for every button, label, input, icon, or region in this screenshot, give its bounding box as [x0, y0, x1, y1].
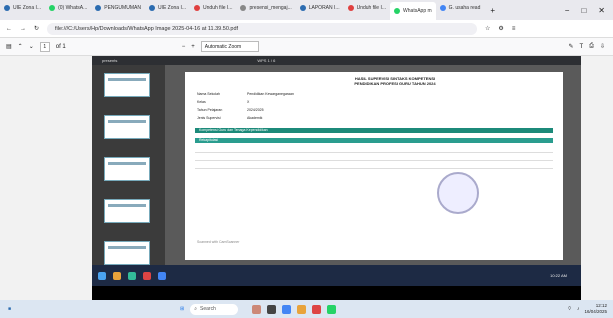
pdf-toolbar: ▤ ⌃ ⌄ 1 of 1 − + Automatic Zoom ✎ T ⎙ ⇩	[0, 38, 613, 56]
browser-tab[interactable]: (0) WhatsA...	[45, 0, 91, 16]
tab-favicon-icon	[148, 5, 155, 11]
section-band	[195, 138, 553, 143]
page-thumbnail[interactable]	[104, 241, 150, 265]
search-icon: ⌕	[194, 306, 198, 312]
taskbar-app-icon[interactable]	[252, 304, 262, 314]
embedded-toolbar: presents WPS 1 / 6	[92, 56, 581, 65]
reload-icon[interactable]: ↻	[34, 25, 39, 32]
navigation-bar: ← → ↻ file:///C:/Users/Hp/Downloads/What…	[0, 20, 613, 38]
file-explorer-icon[interactable]	[297, 304, 307, 314]
doc-row: Nama Sekolah Pendidikan Kewarganegaraan	[197, 92, 294, 96]
bookmark-icon[interactable]: ☆	[485, 25, 490, 32]
page-number-input[interactable]: 1	[39, 41, 50, 52]
browser-tab-bar: UIE Zona I... (0) WhatsA... PENGUMUMAN UIE …	[0, 0, 613, 20]
browser-tab[interactable]: presensi_mengaj...	[236, 0, 295, 16]
embedded-taskbar: 10:22 AM	[92, 265, 581, 286]
clock[interactable]: 12:12 16/04/2025	[584, 303, 607, 315]
school-seal	[437, 172, 479, 214]
tab-list: UIE Zona I... (0) WhatsA... PENGUMUMAN UIE …	[0, 0, 484, 20]
tab-favicon-icon	[240, 5, 247, 11]
app-icon	[128, 271, 136, 280]
page-thumbnail[interactable]	[104, 199, 150, 223]
windows-taskbar: ■ ⊞ ⌕ Search ⌔ ♪ 12:12 16/04/2025	[0, 300, 613, 318]
document-page: HASIL SUPERVISI SINTAKS KOMPETENSI PENDI…	[185, 72, 563, 260]
doc-subtitle: PENDIDIKAN PROFESI GURU TAHUN 2024	[354, 81, 436, 86]
close-icon[interactable]: ✕	[598, 6, 605, 15]
doc-row: Tahun Pelajaran 2024/2025	[197, 108, 264, 112]
wifi-icon[interactable]: ⌔	[567, 306, 572, 312]
zoom-in-button[interactable]: +	[191, 44, 195, 50]
page-thumbnail[interactable]	[104, 157, 150, 181]
page-total: of 1	[55, 43, 66, 50]
widgets-icon[interactable]: ■	[0, 306, 180, 312]
extensions-icon[interactable]: ⚙	[498, 25, 503, 32]
whatsapp-icon[interactable]	[327, 304, 337, 314]
zoom-out-button[interactable]: −	[182, 44, 186, 50]
browser-tab[interactable]: G. usaha read	[436, 0, 485, 16]
start-button-icon[interactable]: ⊞	[180, 306, 190, 312]
browser-tab[interactable]: Unduh file I...	[190, 0, 236, 16]
tab-favicon-icon	[439, 5, 446, 11]
save-icon[interactable]: ⇩	[600, 43, 613, 50]
new-tab-button[interactable]: +	[484, 6, 501, 15]
menu-icon[interactable]: ≡	[512, 26, 516, 32]
sidebar-toggle-icon[interactable]: ▤	[6, 43, 12, 50]
start-icon	[98, 271, 106, 280]
page-thumbnail[interactable]	[104, 115, 150, 139]
browser-tab[interactable]: Unduh file I...	[344, 0, 390, 16]
doc-row: Jenis Supervisi Akademik	[197, 116, 263, 120]
thumbnail-panel	[92, 65, 165, 265]
browser-tab[interactable]: UIE Zona I...	[145, 0, 190, 16]
browser-tab[interactable]: PENGUMUMAN	[91, 0, 145, 16]
volume-icon[interactable]: ♪	[577, 306, 580, 312]
browser-icon	[158, 271, 166, 280]
page-thumbnail[interactable]	[104, 73, 150, 97]
chrome-icon[interactable]	[282, 304, 292, 314]
browser-tab[interactable]: LAPORAN I...	[296, 0, 344, 16]
tab-favicon-icon	[194, 5, 201, 11]
minimize-icon[interactable]: −	[565, 6, 570, 15]
text-icon[interactable]: T	[579, 44, 583, 50]
forward-icon[interactable]: →	[20, 26, 26, 32]
folder-icon	[113, 271, 121, 280]
tab-favicon-icon	[95, 5, 102, 11]
highlight-icon[interactable]: ✎	[568, 43, 573, 50]
back-icon[interactable]: ←	[6, 26, 12, 32]
taskbar-app-icon[interactable]	[312, 304, 322, 314]
tab-favicon-icon	[299, 5, 306, 11]
tab-favicon-icon	[394, 8, 401, 14]
next-page-icon[interactable]: ⌄	[29, 43, 34, 50]
tab-favicon-icon	[347, 5, 354, 11]
zoom-select[interactable]: Automatic Zoom	[200, 41, 259, 52]
browser-tab[interactable]: WhatsApp m	[390, 2, 436, 20]
tab-favicon-icon	[4, 5, 10, 11]
browser-tab[interactable]: UIE Zona I...	[0, 0, 45, 16]
window-controls: − □ ✕	[565, 6, 613, 15]
search-box[interactable]: ⌕ Search	[190, 303, 239, 315]
doc-footer: Scanned with CamScanner	[197, 240, 240, 244]
taskbar-app-icon[interactable]	[267, 304, 277, 314]
doc-row: Kelas X	[197, 100, 250, 104]
prev-page-icon[interactable]: ⌃	[18, 43, 23, 50]
app-icon	[143, 271, 151, 280]
tab-favicon-icon	[49, 5, 56, 11]
address-bar[interactable]: file:///C:/Users/Hp/Downloads/WhatsApp I…	[47, 22, 478, 35]
print-icon[interactable]: ⎙	[589, 43, 594, 50]
maximize-icon[interactable]: □	[581, 6, 586, 15]
